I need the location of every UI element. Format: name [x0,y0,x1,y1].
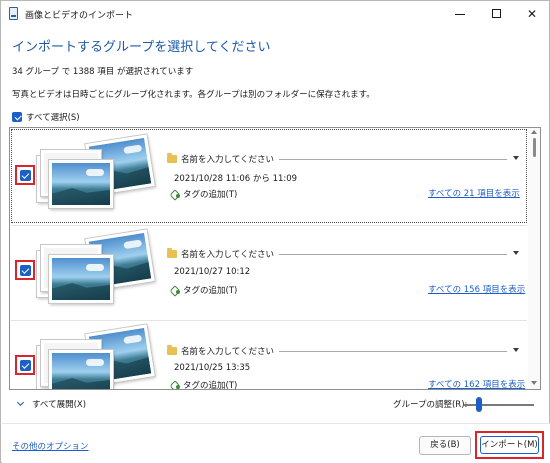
thumbnail-image [49,160,113,208]
window-title: 画像とビデオのインポート [25,11,134,21]
group-date: 2021/10/27 10:12 [174,267,251,277]
select-all-checkbox[interactable]: すべて選択(S) [12,110,80,124]
thumbnail-image [49,350,113,389]
view-all-items-link[interactable]: すべての 162 項目を表示 [428,378,525,389]
scroll-up-icon[interactable] [531,130,537,134]
grouping-description: 写真とビデオは日時ごとにグループ化されます。各グループは別のフォルダーに保存され… [12,90,375,100]
chevron-down-icon[interactable] [513,251,519,255]
import-button-highlight: インポート(M) [475,431,544,459]
import-dialog: 画像とビデオのインポート ✕ インポートするグループを選択してください 34 グ… [0,0,550,463]
group-checkbox-highlight [15,260,35,280]
group-name-field[interactable]: 名前を入力してください [167,153,519,166]
group-checkbox-highlight [15,355,35,375]
add-tag-button[interactable]: タグの追加(T) [170,188,237,200]
group-adjust-slider-track[interactable] [464,404,534,406]
scrollbar-thumb[interactable] [533,138,536,157]
folder-icon [167,153,177,163]
group-name-placeholder: 名前を入力してください [181,347,274,357]
group-thumbnails [35,229,157,311]
maximize-icon [491,9,501,18]
group-name-placeholder: 名前を入力してください [181,250,274,260]
minimize-icon [455,13,465,16]
add-tag-label: タグの追加(T) [183,381,238,390]
group-adjust-label: グループの調整(R): [393,400,468,410]
import-app-icon [9,7,18,20]
page-heading: インポートするグループを選択してください [12,40,271,55]
select-all-label: すべて選択(S) [26,113,80,123]
selection-status: 34 グループ で 1388 項目 が選択されています [12,67,194,77]
group-checkbox[interactable] [20,360,31,371]
group-checkbox-highlight [15,165,35,185]
name-underline [279,351,507,352]
group-thumbnails [35,324,157,389]
expand-all-label: すべて展開(X) [32,400,87,410]
group-thumbnails [35,134,157,216]
expand-all-button[interactable]: すべて展開(X) [16,398,87,410]
group-checkbox[interactable] [20,170,31,181]
thumbnail-image [49,255,113,303]
tag-icon [170,190,180,199]
checkbox-checked-icon [12,112,22,122]
group-name-placeholder: 名前を入力してください [181,155,274,165]
chevron-down-icon[interactable] [513,156,519,160]
add-tag-button[interactable]: タグの追加(T) [170,284,237,296]
group-name-field[interactable]: 名前を入力してください [167,248,519,261]
add-tag-label: タグの追加(T) [183,190,238,200]
add-tag-button[interactable]: タグの追加(T) [170,379,238,390]
group-list[interactable]: 名前を入力してください 2021/10/28 11:06 から 11:09 タグ… [9,127,541,390]
close-button[interactable]: ✕ [515,1,549,27]
tag-icon [170,286,180,295]
folder-icon [167,248,177,258]
group-adjust-slider-thumb[interactable] [476,397,482,412]
add-tag-label: タグの追加(T) [183,286,238,296]
folder-icon [167,345,177,355]
title-bar: 画像とビデオのインポート ✕ [1,1,549,27]
close-icon: ✕ [526,7,538,21]
maximize-button[interactable] [479,1,513,27]
scroll-down-icon[interactable] [531,381,537,385]
import-button[interactable]: インポート(M) [480,436,539,454]
minimize-button[interactable] [443,1,477,27]
more-options-link[interactable]: その他のオプション [12,440,89,452]
view-all-items-link[interactable]: すべての 156 項目を表示 [428,283,525,295]
view-all-items-link[interactable]: すべての 21 項目を表示 [428,187,520,199]
tag-icon [170,381,180,390]
chevron-down-icon [16,398,25,407]
group-checkbox[interactable] [20,265,31,276]
back-button[interactable]: 戻る(B) [419,436,471,455]
list-scrollbar[interactable] [528,128,540,389]
name-underline [279,254,507,255]
group-name-field[interactable]: 名前を入力してください [167,345,519,358]
chevron-down-icon[interactable] [513,348,519,352]
name-underline [279,159,507,160]
group-date: 2021/10/25 13:35 [174,363,251,373]
group-date: 2021/10/28 11:06 から 11:09 [174,174,298,184]
